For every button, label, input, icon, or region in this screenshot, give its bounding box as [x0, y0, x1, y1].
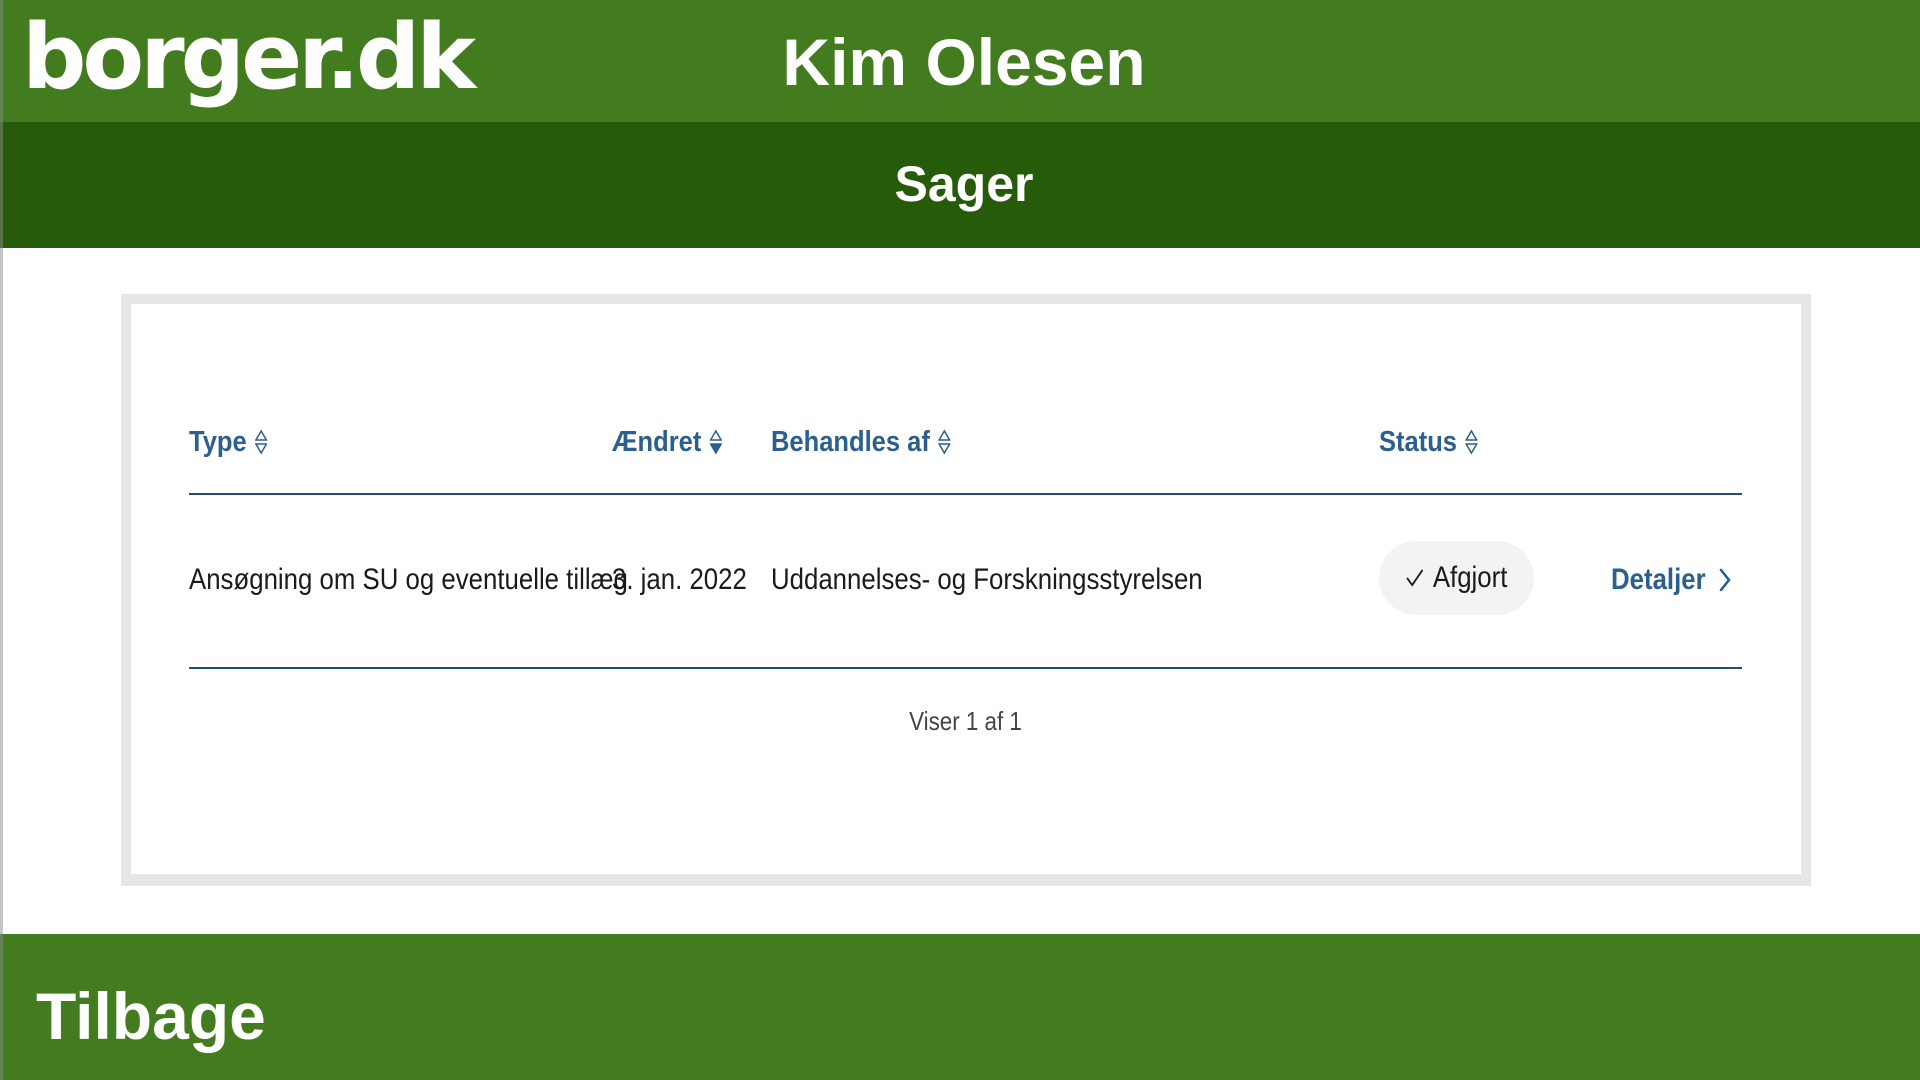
window-edge [0, 0, 3, 1080]
section-bar: Sager [0, 122, 1920, 248]
column-header-changed-label: Ændret [612, 425, 702, 458]
check-icon [1405, 568, 1424, 588]
sort-neutral-icon [937, 429, 951, 455]
chevron-right-icon [1717, 566, 1733, 594]
row-divider [189, 667, 1742, 669]
user-name: Kim Olesen [782, 25, 1146, 99]
column-header-type[interactable]: Type [189, 417, 267, 467]
pagination-info: Viser 1 af 1 [909, 706, 1022, 736]
top-bar: borger.dk Kim Olesen [0, 0, 1920, 122]
status-label: Afgjort [1432, 561, 1508, 594]
cell-type: Ansøgning om SU og eventuelle tillæg [189, 563, 628, 596]
column-header-status[interactable]: Status [1379, 417, 1478, 467]
sort-descending-icon [709, 429, 722, 455]
column-header-status-label: Status [1379, 425, 1458, 458]
cases-card-frame: Type Ændret Behandles af Status Ansøgnin… [121, 294, 1811, 886]
column-header-handled-by-label: Behandles af [771, 425, 930, 458]
status-badge: Afgjort [1379, 541, 1534, 615]
back-button[interactable]: Tilbage [36, 976, 266, 1056]
back-bar[interactable]: Tilbage [0, 934, 1920, 1080]
cases-card: Type Ændret Behandles af Status Ansøgnin… [131, 304, 1801, 874]
cell-handled-by: Uddannelses- og Forskningsstyrelsen [771, 563, 1203, 596]
sort-neutral-icon [254, 429, 267, 455]
details-label: Detaljer [1611, 563, 1706, 596]
column-header-handled-by[interactable]: Behandles af [771, 417, 951, 467]
sort-neutral-icon [1464, 429, 1478, 455]
cell-changed: 3. jan. 2022 [612, 563, 747, 596]
column-header-type-label: Type [189, 425, 247, 458]
header-divider [189, 493, 1742, 495]
details-link[interactable]: Detaljer [1611, 555, 1733, 605]
page-title: Sager [894, 156, 1034, 212]
column-header-changed[interactable]: Ændret [612, 417, 722, 467]
